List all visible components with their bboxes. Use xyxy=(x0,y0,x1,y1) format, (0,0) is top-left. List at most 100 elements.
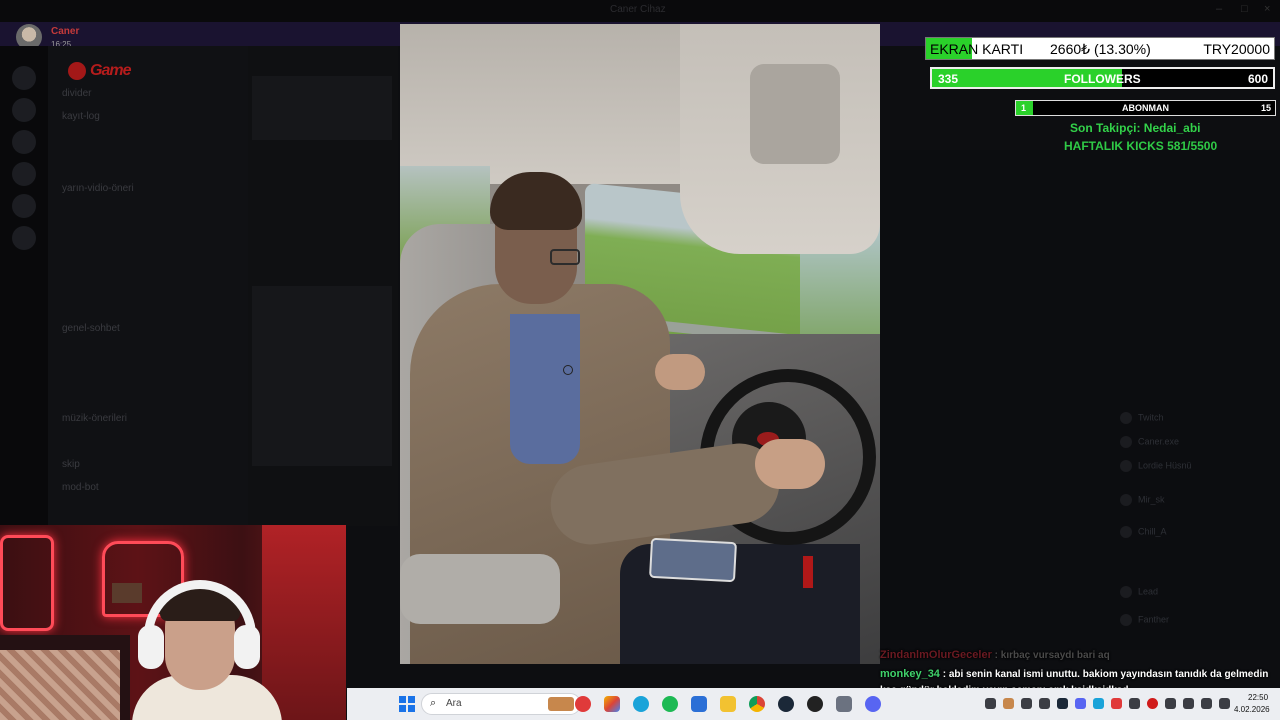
goal-target: 600 xyxy=(1247,72,1268,86)
glasses-icon xyxy=(550,249,580,265)
settings-icon[interactable] xyxy=(836,696,852,712)
taskbar-clock-time[interactable]: 22:50 xyxy=(1248,693,1268,702)
photos-icon[interactable] xyxy=(604,696,620,712)
user-name: Caner xyxy=(51,26,80,37)
tray-app-icon[interactable] xyxy=(1039,698,1050,709)
search-highlight-icon xyxy=(548,697,574,711)
phone-in-lap xyxy=(649,537,737,583)
maximize-icon[interactable]: □ xyxy=(1241,3,1248,15)
server-icon[interactable] xyxy=(12,66,36,90)
taskbar-clock-date[interactable]: 4.02.2026 xyxy=(1234,705,1270,714)
tray-app-icon[interactable] xyxy=(1129,698,1140,709)
member-item[interactable]: Twitch xyxy=(1120,412,1164,424)
chat-message: monkey_34 : abi senin kanal ismi unuttu.… xyxy=(880,668,1268,680)
chrome-icon[interactable] xyxy=(749,696,765,712)
embed-card xyxy=(252,76,392,140)
minimize-icon[interactable]: – xyxy=(1216,3,1222,15)
taskbar-search[interactable]: ⌕ Ara xyxy=(421,693,581,715)
ekran-karti-goal-bar: EKRAN KARTI 2660₺ (13.30%) TRY20000 xyxy=(925,37,1275,60)
ignition-key xyxy=(803,556,813,588)
abonman-goal-bar: 1 ABONMAN 15 xyxy=(1015,100,1276,116)
server-icon[interactable] xyxy=(12,162,36,186)
goal-current: 1 xyxy=(1021,103,1027,113)
obs-icon[interactable] xyxy=(807,696,823,712)
driver-shirt xyxy=(510,314,580,464)
headphone-cup xyxy=(234,625,260,669)
discord-icon[interactable] xyxy=(865,696,881,712)
hand-on-wheel xyxy=(755,439,825,489)
folder-icon[interactable] xyxy=(720,696,736,712)
webcam-feed xyxy=(0,525,346,720)
neon-light xyxy=(0,535,54,631)
steam-icon[interactable] xyxy=(778,696,794,712)
member-item[interactable]: Lead xyxy=(1120,586,1158,598)
goal-target: 15 xyxy=(1260,103,1271,113)
red-curtain xyxy=(262,525,346,720)
network-icon[interactable] xyxy=(1201,698,1212,709)
community-logo: Game xyxy=(68,62,131,80)
channel-item[interactable]: mod-bot xyxy=(62,482,99,493)
tray-app-icon[interactable] xyxy=(1165,698,1176,709)
tray-record-icon[interactable] xyxy=(1147,698,1158,709)
channel-item[interactable]: divider xyxy=(62,88,91,99)
microphone-icon[interactable] xyxy=(1183,698,1194,709)
member-item[interactable]: Caner.exe xyxy=(1120,436,1179,448)
channel-item[interactable]: genel-sohbet xyxy=(62,323,120,334)
tray-app-icon[interactable] xyxy=(1111,698,1122,709)
logo-text: Game xyxy=(90,62,131,80)
channel-item[interactable]: müzik-önerileri xyxy=(62,413,127,424)
search-icon: ⌕ xyxy=(430,697,437,709)
stream-screen: Caner Cihaz – □ × Caner 16:25 Game divid… xyxy=(0,0,1280,720)
tray-app-icon[interactable] xyxy=(1003,698,1014,709)
shelf xyxy=(112,583,142,603)
chat-username: ZindanlmOlurGeceler xyxy=(880,649,992,661)
server-icon[interactable] xyxy=(12,98,36,122)
chat-text: : kırbaç vursaydı bari aq xyxy=(994,650,1110,661)
edge-icon[interactable] xyxy=(633,696,649,712)
windows-start-icon[interactable] xyxy=(399,696,415,712)
tray-steam-icon[interactable] xyxy=(1057,698,1068,709)
app-title: Caner Cihaz xyxy=(610,4,666,15)
goal-label: FOLLOWERS xyxy=(1064,72,1141,86)
member-item[interactable]: Chill_A xyxy=(1120,526,1167,538)
member-item[interactable]: Mir_sk xyxy=(1120,494,1165,506)
member-item[interactable]: Lordie Hüsnü xyxy=(1120,460,1192,472)
member-avatar xyxy=(1120,412,1132,424)
close-icon[interactable]: × xyxy=(1264,3,1270,15)
channel-item[interactable]: skip xyxy=(62,459,80,470)
tray-app-icon[interactable] xyxy=(1093,698,1104,709)
media-player-icon[interactable] xyxy=(575,696,591,712)
search-placeholder: Ara xyxy=(446,698,462,709)
channel-item[interactable]: yarın-vidio-öneri xyxy=(62,183,134,194)
logo-icon xyxy=(68,62,86,80)
member-item[interactable]: Fanther xyxy=(1120,614,1169,626)
message-area xyxy=(248,46,398,526)
goal-current: 2660₺ (13.30%) xyxy=(1050,41,1151,57)
server-icon[interactable] xyxy=(12,194,36,218)
channel-item[interactable]: kayıt-log xyxy=(62,111,100,122)
store-icon[interactable] xyxy=(691,696,707,712)
server-icon[interactable] xyxy=(12,226,36,250)
cursor-icon xyxy=(563,365,573,375)
chat-username: monkey_34 xyxy=(880,668,940,680)
tray-discord-icon[interactable] xyxy=(1075,698,1086,709)
member-avatar xyxy=(1120,586,1132,598)
member-avatar xyxy=(1120,614,1132,626)
goal-current: 335 xyxy=(938,72,959,86)
goal-label: ABONMAN xyxy=(1122,103,1169,113)
armrest xyxy=(400,554,560,624)
goal-target: TRY20000 xyxy=(1203,41,1270,57)
volume-icon[interactable] xyxy=(1219,698,1230,709)
goal-label: EKRAN KARTI xyxy=(930,41,1024,57)
raised-hand xyxy=(655,354,705,390)
chat-text: : abi senin kanal ismi unuttu. bakiom ya… xyxy=(942,669,1269,680)
member-avatar xyxy=(1120,460,1132,472)
spotify-icon[interactable] xyxy=(662,696,678,712)
server-icon[interactable] xyxy=(12,130,36,154)
taskbar: ⌕ Ara xyxy=(347,688,1280,720)
tray-chevron-icon[interactable] xyxy=(985,698,996,709)
weekly-kicks: HAFTALIK KICKS 581/5500 xyxy=(1064,139,1218,153)
dome-lamp xyxy=(750,64,840,164)
tray-app-icon[interactable] xyxy=(1021,698,1032,709)
member-avatar xyxy=(1120,526,1132,538)
